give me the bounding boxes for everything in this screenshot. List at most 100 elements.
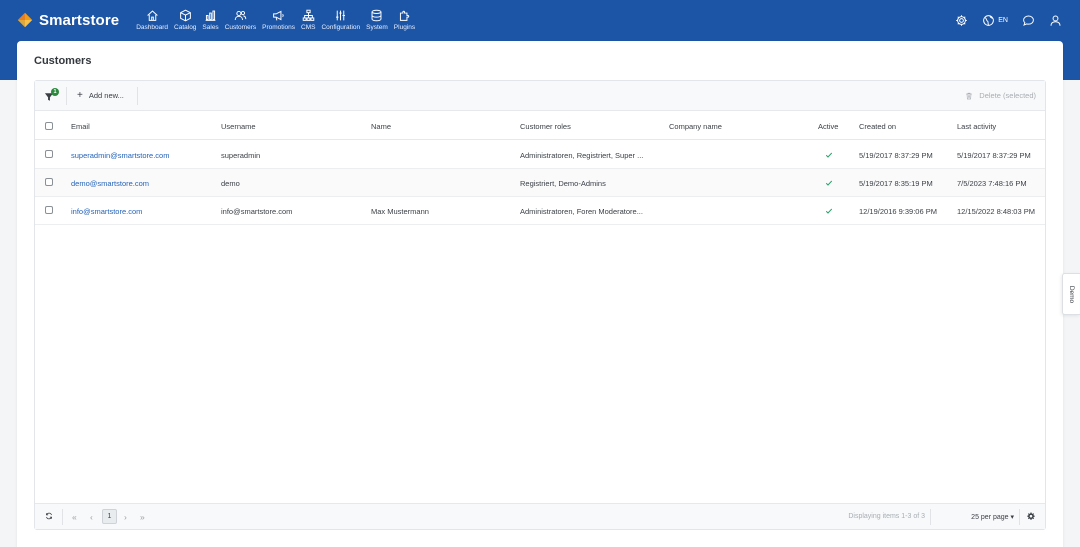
nav-label: CMS <box>301 24 316 31</box>
nav-label: Catalog <box>174 24 197 31</box>
column-header-active[interactable]: Active <box>818 122 838 131</box>
current-page-button[interactable]: 1 <box>102 509 117 524</box>
toolbar-divider <box>137 87 138 105</box>
column-header-last-activity[interactable]: Last activity <box>957 122 996 131</box>
last-activity-cell: 12/15/2022 8:48:03 PM <box>957 207 1035 216</box>
filter-count-badge: 1 <box>51 88 59 96</box>
pager-divider <box>930 509 931 525</box>
refresh-icon <box>46 512 52 520</box>
language-selector[interactable]: EN <box>982 14 1008 27</box>
nav-promotions[interactable]: Promotions <box>259 0 298 40</box>
nav-system[interactable]: System <box>363 0 391 40</box>
users-icon <box>234 10 247 21</box>
row-checkbox[interactable] <box>45 206 53 214</box>
last-activity-cell: 5/19/2017 8:37:29 PM <box>957 151 1031 160</box>
email-link[interactable]: info@smartstore.com <box>71 207 142 216</box>
created-on-cell: 5/19/2017 8:35:19 PM <box>859 179 933 188</box>
table-row[interactable]: demo@smartstore.com demo Registriert, De… <box>35 169 1045 197</box>
page-title: Customers <box>34 55 92 67</box>
active-check-icon <box>825 207 833 217</box>
main-navbar: Smartstore Dashboard Catalog Sales Custo… <box>0 0 1080 40</box>
toolbar-divider <box>66 87 67 105</box>
first-page-button[interactable]: « <box>72 512 77 522</box>
last-activity-cell: 7/5/2023 7:48:16 PM <box>957 179 1027 188</box>
globe-icon <box>983 14 995 26</box>
customers-grid: 1 + Add new... Delete (selected) Email U… <box>34 80 1046 530</box>
add-new-label: Add new... <box>88 91 124 100</box>
username-cell: demo <box>221 179 240 188</box>
row-checkbox[interactable] <box>45 178 53 186</box>
last-page-button[interactable]: » <box>140 512 145 522</box>
box-icon <box>179 9 191 22</box>
table-row[interactable]: info@smartstore.com info@smartstore.com … <box>35 197 1045 225</box>
column-header-name[interactable]: Name <box>371 122 391 131</box>
created-on-cell: 12/19/2016 9:39:06 PM <box>859 207 937 216</box>
settings-button[interactable] <box>955 14 968 27</box>
sitemap-icon <box>302 9 314 21</box>
column-header-email[interactable]: Email <box>71 122 90 131</box>
content-card: Customers 1 + Add new... Delete (selecte… <box>17 41 1063 547</box>
chat-button[interactable] <box>1022 14 1035 27</box>
refresh-button[interactable] <box>45 512 53 522</box>
gear-icon <box>956 14 968 26</box>
brand-name: Smartstore <box>39 11 120 29</box>
puzzle-icon <box>399 10 410 21</box>
nav-catalog[interactable]: Catalog <box>171 0 199 40</box>
nav-label: Configuration <box>321 24 361 31</box>
megaphone-icon <box>273 10 284 21</box>
roles-cell: Registriert, Demo-Admins <box>520 179 606 188</box>
nav-label: Plugins <box>393 24 416 31</box>
user-menu-button[interactable] <box>1049 14 1062 27</box>
main-menu: Dashboard Catalog Sales Customers Promot… <box>133 0 418 40</box>
plus-icon: + <box>77 89 83 101</box>
select-all-checkbox[interactable] <box>45 122 53 130</box>
active-check-icon <box>825 179 833 189</box>
column-header-company-name[interactable]: Company name <box>669 122 722 131</box>
nav-sales[interactable]: Sales <box>199 0 221 40</box>
demo-side-tab[interactable]: Demo <box>1062 273 1080 315</box>
trash-icon <box>966 92 973 99</box>
user-icon <box>1050 15 1061 26</box>
nav-cms[interactable]: CMS <box>298 0 318 40</box>
database-icon <box>371 9 382 22</box>
nav-plugins[interactable]: Plugins <box>391 0 418 40</box>
gear-icon <box>1027 512 1035 520</box>
grid-pager: « ‹ 1 › » Displaying items 1-3 of 3 25 p… <box>35 503 1045 529</box>
pager-divider <box>62 509 63 525</box>
filter-button[interactable]: 1 <box>44 88 59 104</box>
delete-selected-button[interactable]: Delete (selected) <box>965 91 1036 100</box>
nav-customers[interactable]: Customers <box>222 0 259 40</box>
next-page-button[interactable]: › <box>124 512 127 522</box>
sliders-icon <box>336 10 346 21</box>
column-header-created-on[interactable]: Created on <box>859 122 896 131</box>
previous-page-button[interactable]: ‹ <box>90 512 93 522</box>
table-row[interactable]: superadmin@smartstore.com superadmin Adm… <box>35 141 1045 169</box>
nav-label: Promotions <box>262 24 295 31</box>
username-cell: superadmin <box>221 151 261 160</box>
row-checkbox[interactable] <box>45 150 53 158</box>
demo-tab-label: Demo <box>1068 285 1075 303</box>
nav-configuration[interactable]: Configuration <box>318 0 363 40</box>
nav-dashboard[interactable]: Dashboard <box>133 0 171 40</box>
email-link[interactable]: demo@smartstore.com <box>71 179 149 188</box>
username-cell: info@smartstore.com <box>221 207 293 216</box>
header-actions: EN <box>941 0 1062 40</box>
created-on-cell: 5/19/2017 8:37:29 PM <box>859 151 933 160</box>
roles-cell: Administratoren, Foren Moderatore... <box>520 207 643 216</box>
chat-icon <box>1023 15 1034 26</box>
nav-label: System <box>366 24 388 31</box>
pager-info: Displaying items 1-3 of 3 <box>848 513 925 520</box>
nav-label: Customers <box>224 24 257 31</box>
page-size-dropdown[interactable]: 25 per page ▾ <box>971 513 1014 521</box>
chart-icon <box>205 10 216 21</box>
table-header: Email Username Name Customer roles Compa… <box>35 112 1045 140</box>
column-header-username[interactable]: Username <box>221 122 256 131</box>
add-new-button[interactable]: + Add new... <box>77 89 124 101</box>
active-check-icon <box>825 151 833 161</box>
brand[interactable]: Smartstore <box>16 0 119 40</box>
language-code: EN <box>998 16 1008 24</box>
grid-settings-button[interactable] <box>1027 512 1035 522</box>
column-header-customer-roles[interactable]: Customer roles <box>520 122 571 131</box>
email-link[interactable]: superadmin@smartstore.com <box>71 151 169 160</box>
nav-label: Sales <box>202 24 219 31</box>
